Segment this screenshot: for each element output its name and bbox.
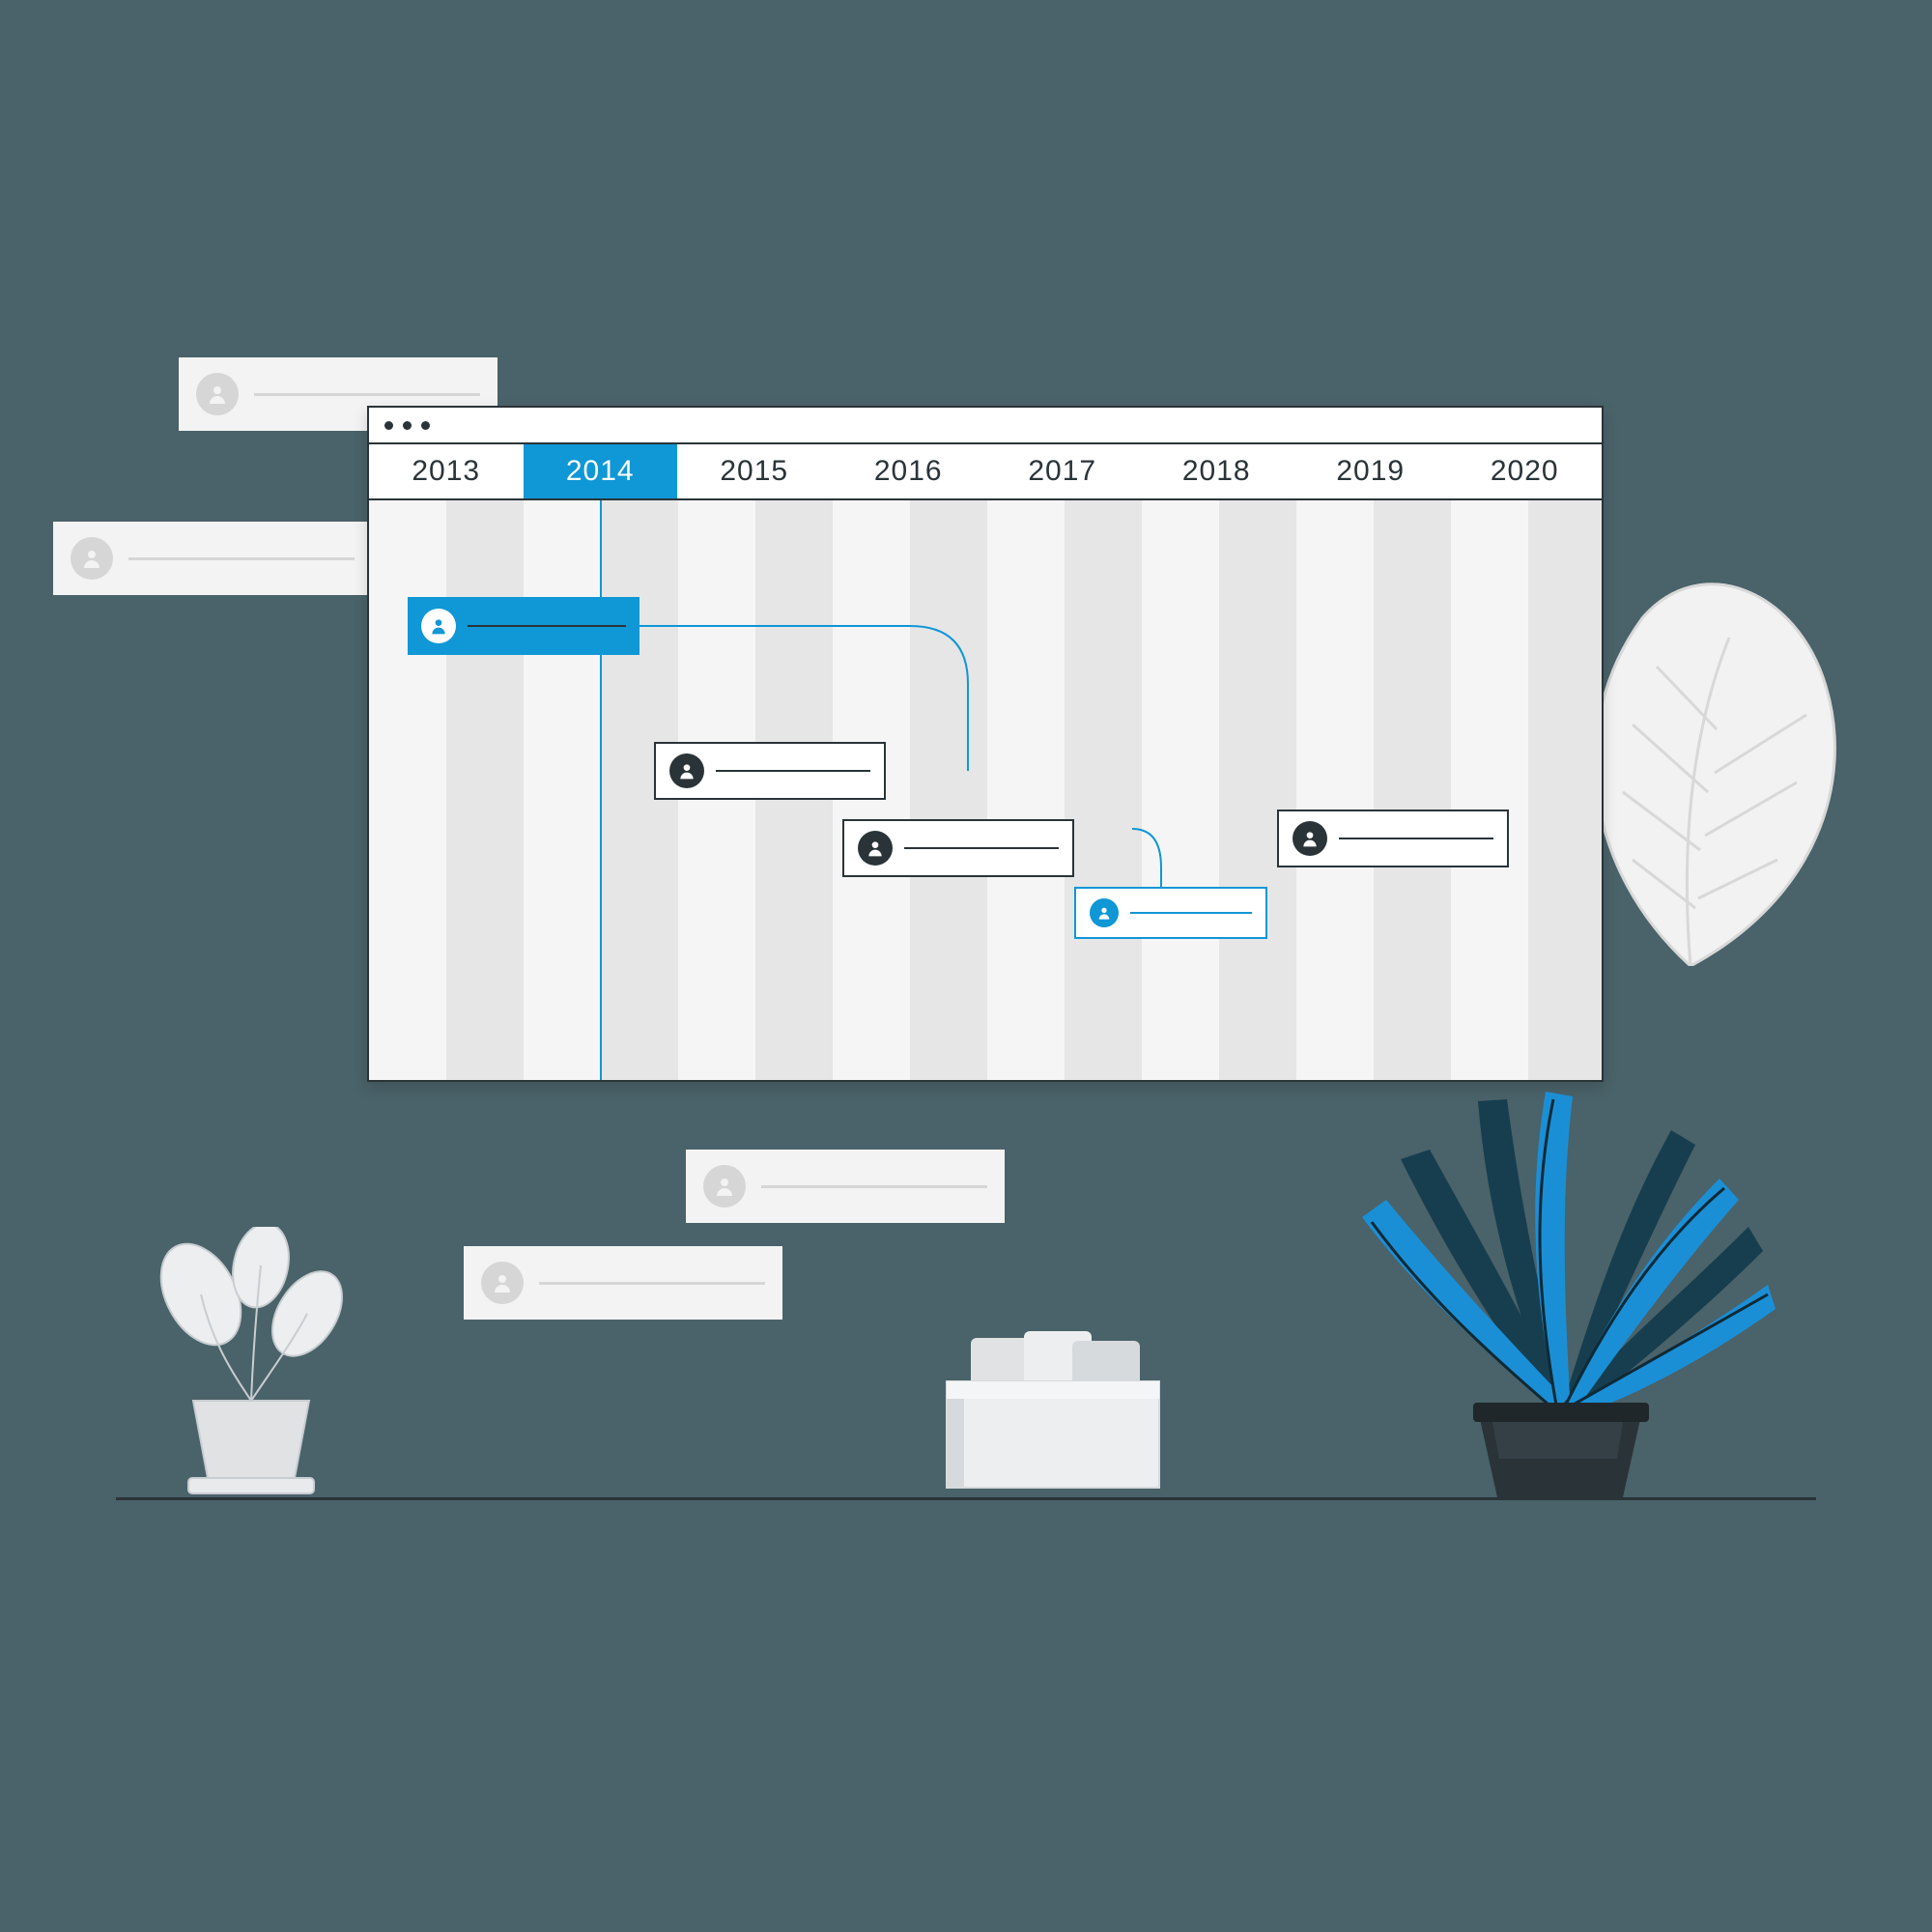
timeline-entry[interactable]	[1074, 887, 1267, 939]
timeline-entry[interactable]	[654, 742, 886, 800]
ghost-card-icon	[464, 1246, 782, 1320]
year-tab[interactable]: 2020	[1448, 444, 1603, 498]
year-tab[interactable]: 2016	[832, 444, 986, 498]
potted-plant-grey-icon	[135, 1227, 367, 1507]
year-tab[interactable]: 2014	[524, 444, 678, 498]
potted-plant-blue-icon	[1333, 985, 1777, 1507]
year-header: 2013 2014 2015 2016 2017 2018 2019 2020	[369, 444, 1602, 500]
window-control-icon[interactable]	[384, 421, 393, 430]
file-box-icon	[927, 1323, 1179, 1497]
year-tab[interactable]: 2015	[677, 444, 832, 498]
active-year-indicator	[600, 500, 602, 1080]
timeline-window: 2013 2014 2015 2016 2017 2018 2019 2020	[367, 406, 1604, 1082]
timeline-entry[interactable]	[1277, 810, 1509, 867]
user-icon	[71, 537, 113, 580]
user-icon	[858, 831, 893, 866]
illustration-scene: 2013 2014 2015 2016 2017 2018 2019 2020	[0, 0, 1932, 1932]
year-tab[interactable]: 2018	[1140, 444, 1294, 498]
year-tab[interactable]: 2013	[369, 444, 524, 498]
user-icon	[1090, 898, 1119, 927]
window-control-icon[interactable]	[403, 421, 412, 430]
ghost-card-icon	[53, 522, 372, 595]
user-icon	[196, 373, 239, 415]
ghost-card-icon	[686, 1150, 1005, 1223]
year-tab[interactable]: 2019	[1293, 444, 1448, 498]
user-icon	[703, 1165, 746, 1208]
window-titlebar	[369, 408, 1602, 444]
user-icon	[481, 1262, 524, 1304]
user-icon	[669, 753, 704, 788]
user-icon	[1293, 821, 1327, 856]
user-icon	[421, 609, 456, 643]
timeline-entry[interactable]	[842, 819, 1074, 877]
timeline-entry[interactable]	[408, 597, 639, 655]
year-tab[interactable]: 2017	[985, 444, 1140, 498]
window-control-icon[interactable]	[421, 421, 430, 430]
